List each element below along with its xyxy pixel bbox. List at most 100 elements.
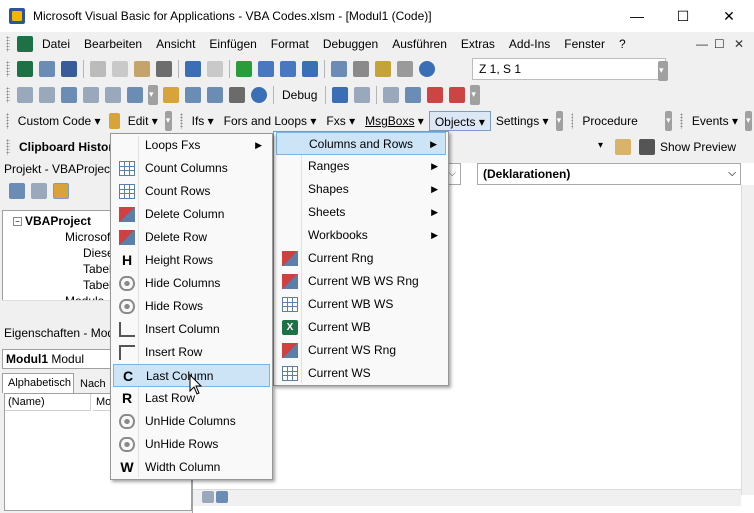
- procedure-combo[interactable]: (Deklarationen) ⌵: [477, 163, 741, 185]
- info-icon[interactable]: [251, 87, 267, 103]
- mdi-minimize-button[interactable]: —: [696, 37, 708, 51]
- toolbar-grip-icon[interactable]: [570, 113, 574, 129]
- menu-ausfuehren[interactable]: Ausführen: [385, 34, 454, 54]
- menu-item-insert-column[interactable]: Insert Column: [113, 318, 270, 341]
- menu-item-delete-row[interactable]: Delete Row: [113, 226, 270, 249]
- tree-item-vbaproject[interactable]: VBAProject: [25, 214, 91, 228]
- menu-ansicht[interactable]: Ansicht: [149, 34, 202, 54]
- back-icon[interactable]: [332, 87, 349, 103]
- reset-icon[interactable]: [280, 61, 296, 77]
- project-explorer-icon[interactable]: [331, 61, 347, 77]
- toolbar-chevron-icon[interactable]: [148, 85, 158, 105]
- mdi-restore-button[interactable]: ☐: [714, 37, 725, 51]
- comment-block-icon[interactable]: [127, 87, 143, 103]
- tree-item-tabelle1[interactable]: Tabel: [83, 262, 112, 276]
- menu-item-height-rows[interactable]: H Height Rows: [113, 249, 270, 272]
- toolbar-chevron-icon[interactable]: [470, 85, 481, 105]
- procedure-view-icon[interactable]: [202, 491, 214, 503]
- menu-bearbeiten[interactable]: Bearbeiten: [77, 34, 149, 54]
- menu-item-insert-row[interactable]: Insert Row: [113, 341, 270, 364]
- save-icon[interactable]: [61, 61, 77, 77]
- delete-icon[interactable]: [427, 87, 444, 103]
- cut-icon[interactable]: [90, 61, 106, 77]
- menu-item-current-ws[interactable]: Current WS: [276, 362, 446, 385]
- minimize-button[interactable]: —: [614, 0, 660, 32]
- menu-item-delete-column[interactable]: Delete Column: [113, 203, 270, 226]
- compare-icon[interactable]: [207, 87, 223, 103]
- design-mode-icon[interactable]: [302, 61, 318, 77]
- open-folder-icon[interactable]: [163, 87, 179, 103]
- menu-fenster[interactable]: Fenster: [557, 34, 612, 54]
- help-icon[interactable]: [419, 61, 435, 77]
- excel-icon[interactable]: [17, 36, 33, 52]
- remove-icon[interactable]: [449, 87, 466, 103]
- code-vscrollbar[interactable]: [741, 185, 754, 495]
- code-hscrollbar[interactable]: [193, 489, 741, 506]
- break-icon[interactable]: [258, 61, 274, 77]
- collapse-icon[interactable]: −: [13, 217, 22, 226]
- view-object-icon[interactable]: [31, 183, 47, 199]
- menu-item-count-columns[interactable]: Count Columns: [113, 157, 270, 180]
- toggle-folders-icon[interactable]: [53, 183, 69, 199]
- document-icon[interactable]: [405, 87, 422, 103]
- menu-item-width-column[interactable]: W Width Column: [113, 456, 270, 479]
- maximize-button[interactable]: ☐: [660, 0, 706, 32]
- undo-icon[interactable]: [185, 61, 201, 77]
- msgboxs-menu[interactable]: MsgBoxs ▾: [360, 111, 429, 131]
- menu-einfuegen[interactable]: Einfügen: [202, 34, 263, 54]
- settings-menu[interactable]: Settings ▾: [491, 111, 554, 131]
- menu-extras[interactable]: Extras: [454, 34, 502, 54]
- toolbar-options-chevron-icon[interactable]: [658, 61, 668, 81]
- close-button[interactable]: ✕: [706, 0, 752, 32]
- edit-menu[interactable]: Edit ▾: [123, 111, 163, 131]
- view-excel-icon[interactable]: [17, 61, 33, 77]
- list-constants-icon[interactable]: [39, 87, 55, 103]
- forward-icon[interactable]: [354, 87, 371, 103]
- clipboard-dropdown-chevron-icon[interactable]: ▾: [598, 140, 603, 151]
- toolbar-grip-icon[interactable]: [6, 139, 10, 155]
- custom-code-menu[interactable]: Custom Code ▾: [13, 111, 106, 131]
- menu-add-ins[interactable]: Add-Ins: [502, 34, 557, 54]
- copy-icon[interactable]: [112, 61, 128, 77]
- tab-alphabetisch[interactable]: Alphabetisch: [2, 373, 74, 393]
- menu-item-current-ws-rng[interactable]: Current WS Rng: [276, 339, 446, 362]
- outdent-icon[interactable]: [105, 87, 121, 103]
- paste-icon[interactable]: [134, 61, 150, 77]
- tree-item-tabelle2[interactable]: Tabel: [83, 278, 112, 292]
- menu-item-columns-and-rows[interactable]: Columns and Rows ▶: [276, 132, 446, 155]
- toolbar-grip-icon[interactable]: [6, 113, 9, 129]
- indent-icon[interactable]: [83, 87, 99, 103]
- ifs-menu[interactable]: Ifs ▾: [187, 111, 219, 131]
- menu-format[interactable]: Format: [264, 34, 316, 54]
- mdi-close-button[interactable]: ✕: [734, 37, 744, 51]
- run-icon[interactable]: [236, 61, 252, 77]
- fors-menu[interactable]: Fors and Loops ▾: [219, 111, 322, 131]
- toolbar-chevron-icon[interactable]: [555, 111, 563, 131]
- full-module-view-icon[interactable]: [216, 491, 228, 503]
- menu-item-current-rng[interactable]: Current Rng: [276, 247, 446, 270]
- events-menu[interactable]: Events ▾: [687, 111, 743, 131]
- tree-item-microsoft-objects[interactable]: Microsoft: [65, 230, 114, 244]
- objects-menu[interactable]: Objects ▾: [428, 111, 491, 131]
- list-properties-icon[interactable]: [17, 87, 33, 103]
- toolbar-grip-icon[interactable]: [179, 113, 183, 129]
- show-preview-button[interactable]: Show Preview: [655, 137, 741, 157]
- menu-item-current-wb-ws[interactable]: Current WB WS: [276, 293, 446, 316]
- toolbox-icon[interactable]: [397, 61, 413, 77]
- sort-icon[interactable]: [61, 87, 77, 103]
- menu-help[interactable]: ?: [612, 34, 633, 54]
- toolbar-grip-icon[interactable]: [6, 87, 10, 103]
- property-name-cell[interactable]: (Name): [5, 394, 91, 411]
- menu-item-hide-rows[interactable]: Hide Rows: [113, 295, 270, 318]
- menu-item-count-rows[interactable]: Count Rows: [113, 180, 270, 203]
- toolbar-chevron-icon[interactable]: [164, 111, 172, 131]
- menu-item-shapes[interactable]: Shapes ▶: [276, 178, 446, 201]
- procedure-menu[interactable]: Procedure: [577, 111, 663, 131]
- toolbar-chevron-icon[interactable]: [665, 111, 673, 131]
- debug-label[interactable]: Debug: [277, 85, 322, 105]
- toolbar-grip-icon[interactable]: [6, 61, 10, 77]
- view-code-icon[interactable]: [9, 183, 25, 199]
- menu-item-current-wb[interactable]: X Current WB: [276, 316, 446, 339]
- properties-window-icon[interactable]: [353, 61, 369, 77]
- menu-item-current-wb-ws-rng[interactable]: Current WB WS Rng: [276, 270, 446, 293]
